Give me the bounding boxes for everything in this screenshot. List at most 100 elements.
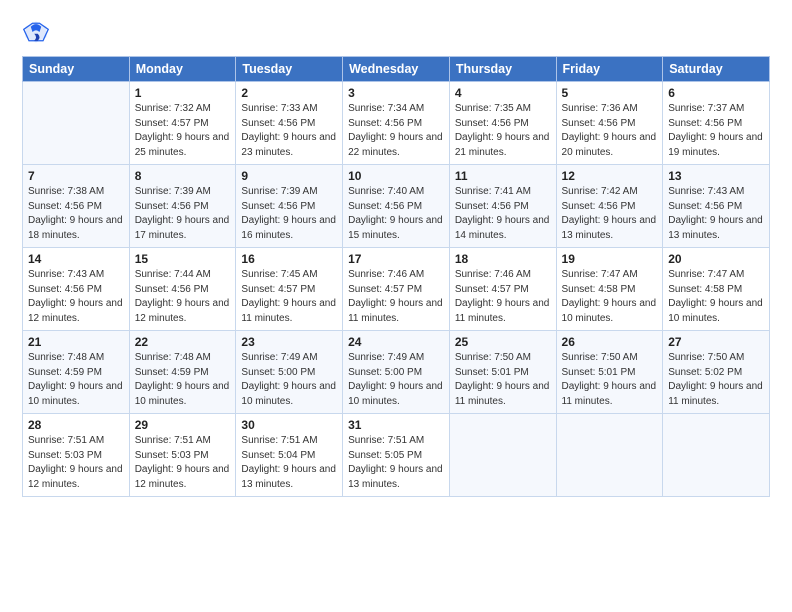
day-number: 31 (348, 418, 444, 432)
day-cell: 25 Sunrise: 7:50 AM Sunset: 5:01 PM Dayli… (449, 331, 556, 414)
day-detail: Sunrise: 7:46 AM Sunset: 4:57 PM Dayligh… (348, 268, 444, 326)
header-day-wednesday: Wednesday (343, 57, 450, 82)
week-row-0: 1 Sunrise: 7:32 AM Sunset: 4:57 PM Daylig… (23, 82, 770, 165)
day-cell: 11 Sunrise: 7:41 AM Sunset: 4:56 PM Dayli… (449, 165, 556, 248)
day-detail: Sunrise: 7:48 AM Sunset: 4:59 PM Dayligh… (28, 351, 124, 409)
day-cell: 3Sunrise: 7:34 AM Sunset: 4:56 PM Daylig… (343, 82, 450, 165)
day-detail: Sunrise: 7:43 AM Sunset: 4:56 PM Dayligh… (668, 185, 764, 243)
day-cell: 7 Sunrise: 7:38 AM Sunset: 4:56 PM Daylig… (23, 165, 130, 248)
logo (22, 18, 52, 46)
day-detail: Sunrise: 7:44 AM Sunset: 4:56 PM Dayligh… (135, 268, 231, 326)
day-cell: 9 Sunrise: 7:39 AM Sunset: 4:56 PM Daylig… (236, 165, 343, 248)
day-cell: 5Sunrise: 7:36 AM Sunset: 4:56 PM Daylig… (556, 82, 663, 165)
day-detail: Sunrise: 7:41 AM Sunset: 4:56 PM Dayligh… (455, 185, 551, 243)
header-day-friday: Friday (556, 57, 663, 82)
day-number: 21 (28, 335, 124, 349)
day-detail: Sunrise: 7:49 AM Sunset: 5:00 PM Dayligh… (348, 351, 444, 409)
day-number: 2 (241, 86, 337, 100)
day-number: 27 (668, 335, 764, 349)
day-number: 20 (668, 252, 764, 266)
day-number: 9 (241, 169, 337, 183)
day-detail: Sunrise: 7:50 AM Sunset: 5:01 PM Dayligh… (455, 351, 551, 409)
day-cell (449, 414, 556, 497)
day-detail: Sunrise: 7:46 AM Sunset: 4:57 PM Dayligh… (455, 268, 551, 326)
week-row-3: 21 Sunrise: 7:48 AM Sunset: 4:59 PM Dayli… (23, 331, 770, 414)
day-cell: 14 Sunrise: 7:43 AM Sunset: 4:56 PM Dayli… (23, 248, 130, 331)
week-row-4: 28Sunrise: 7:51 AM Sunset: 5:03 PM Dayli… (23, 414, 770, 497)
day-number: 10 (348, 169, 444, 183)
day-number: 24 (348, 335, 444, 349)
day-cell: 19Sunrise: 7:47 AM Sunset: 4:58 PM Dayli… (556, 248, 663, 331)
day-detail: Sunrise: 7:48 AM Sunset: 4:59 PM Dayligh… (135, 351, 231, 409)
day-cell: 28Sunrise: 7:51 AM Sunset: 5:03 PM Dayli… (23, 414, 130, 497)
day-detail: Sunrise: 7:47 AM Sunset: 4:58 PM Dayligh… (562, 268, 658, 326)
day-cell: 18 Sunrise: 7:46 AM Sunset: 4:57 PM Dayli… (449, 248, 556, 331)
day-number: 26 (562, 335, 658, 349)
day-detail: Sunrise: 7:37 AM Sunset: 4:56 PM Dayligh… (668, 102, 764, 160)
day-cell (23, 82, 130, 165)
day-cell: 15 Sunrise: 7:44 AM Sunset: 4:56 PM Dayli… (129, 248, 236, 331)
day-number: 1 (135, 86, 231, 100)
day-cell: 17 Sunrise: 7:46 AM Sunset: 4:57 PM Dayli… (343, 248, 450, 331)
day-number: 8 (135, 169, 231, 183)
header-day-sunday: Sunday (23, 57, 130, 82)
day-detail: Sunrise: 7:32 AM Sunset: 4:57 PM Dayligh… (135, 102, 231, 160)
day-detail: Sunrise: 7:35 AM Sunset: 4:56 PM Dayligh… (455, 102, 551, 160)
day-number: 25 (455, 335, 551, 349)
day-detail: Sunrise: 7:38 AM Sunset: 4:56 PM Dayligh… (28, 185, 124, 243)
day-detail: Sunrise: 7:51 AM Sunset: 5:05 PM Dayligh… (348, 434, 444, 492)
day-number: 16 (241, 252, 337, 266)
day-number: 7 (28, 169, 124, 183)
day-cell: 1 Sunrise: 7:32 AM Sunset: 4:57 PM Daylig… (129, 82, 236, 165)
day-cell: 23 Sunrise: 7:49 AM Sunset: 5:00 PM Dayli… (236, 331, 343, 414)
week-row-1: 7 Sunrise: 7:38 AM Sunset: 4:56 PM Daylig… (23, 165, 770, 248)
header-day-thursday: Thursday (449, 57, 556, 82)
day-cell: 4 Sunrise: 7:35 AM Sunset: 4:56 PM Daylig… (449, 82, 556, 165)
day-number: 6 (668, 86, 764, 100)
day-cell: 16 Sunrise: 7:45 AM Sunset: 4:57 PM Dayli… (236, 248, 343, 331)
header-day-tuesday: Tuesday (236, 57, 343, 82)
day-cell: 24 Sunrise: 7:49 AM Sunset: 5:00 PM Dayli… (343, 331, 450, 414)
day-number: 12 (562, 169, 658, 183)
calendar-table: SundayMondayTuesdayWednesdayThursdayFrid… (22, 56, 770, 497)
day-cell: 2 Sunrise: 7:33 AM Sunset: 4:56 PM Daylig… (236, 82, 343, 165)
day-number: 14 (28, 252, 124, 266)
day-detail: Sunrise: 7:47 AM Sunset: 4:58 PM Dayligh… (668, 268, 764, 326)
day-number: 15 (135, 252, 231, 266)
day-number: 23 (241, 335, 337, 349)
header-day-saturday: Saturday (663, 57, 770, 82)
day-cell (556, 414, 663, 497)
day-detail: Sunrise: 7:39 AM Sunset: 4:56 PM Dayligh… (241, 185, 337, 243)
day-number: 22 (135, 335, 231, 349)
day-cell: 29 Sunrise: 7:51 AM Sunset: 5:03 PM Dayli… (129, 414, 236, 497)
day-cell: 26 Sunrise: 7:50 AM Sunset: 5:01 PM Dayli… (556, 331, 663, 414)
calendar-header-row: SundayMondayTuesdayWednesdayThursdayFrid… (23, 57, 770, 82)
day-cell: 13Sunrise: 7:43 AM Sunset: 4:56 PM Dayli… (663, 165, 770, 248)
day-cell: 8Sunrise: 7:39 AM Sunset: 4:56 PM Daylig… (129, 165, 236, 248)
day-number: 4 (455, 86, 551, 100)
day-cell: 21 Sunrise: 7:48 AM Sunset: 4:59 PM Dayli… (23, 331, 130, 414)
page: SundayMondayTuesdayWednesdayThursdayFrid… (0, 0, 792, 612)
day-cell: 20 Sunrise: 7:47 AM Sunset: 4:58 PM Dayli… (663, 248, 770, 331)
day-detail: Sunrise: 7:45 AM Sunset: 4:57 PM Dayligh… (241, 268, 337, 326)
day-cell: 22 Sunrise: 7:48 AM Sunset: 4:59 PM Dayli… (129, 331, 236, 414)
day-detail: Sunrise: 7:42 AM Sunset: 4:56 PM Dayligh… (562, 185, 658, 243)
day-cell (663, 414, 770, 497)
day-detail: Sunrise: 7:51 AM Sunset: 5:03 PM Dayligh… (135, 434, 231, 492)
day-number: 17 (348, 252, 444, 266)
day-detail: Sunrise: 7:33 AM Sunset: 4:56 PM Dayligh… (241, 102, 337, 160)
day-number: 11 (455, 169, 551, 183)
day-cell: 6 Sunrise: 7:37 AM Sunset: 4:56 PM Daylig… (663, 82, 770, 165)
day-cell: 30Sunrise: 7:51 AM Sunset: 5:04 PM Dayli… (236, 414, 343, 497)
day-cell: 12 Sunrise: 7:42 AM Sunset: 4:56 PM Dayli… (556, 165, 663, 248)
day-detail: Sunrise: 7:49 AM Sunset: 5:00 PM Dayligh… (241, 351, 337, 409)
week-row-2: 14 Sunrise: 7:43 AM Sunset: 4:56 PM Dayli… (23, 248, 770, 331)
day-detail: Sunrise: 7:51 AM Sunset: 5:04 PM Dayligh… (241, 434, 337, 492)
day-number: 29 (135, 418, 231, 432)
day-detail: Sunrise: 7:43 AM Sunset: 4:56 PM Dayligh… (28, 268, 124, 326)
day-detail: Sunrise: 7:50 AM Sunset: 5:01 PM Dayligh… (562, 351, 658, 409)
day-detail: Sunrise: 7:50 AM Sunset: 5:02 PM Dayligh… (668, 351, 764, 409)
header-day-monday: Monday (129, 57, 236, 82)
day-number: 18 (455, 252, 551, 266)
day-cell: 10Sunrise: 7:40 AM Sunset: 4:56 PM Dayli… (343, 165, 450, 248)
